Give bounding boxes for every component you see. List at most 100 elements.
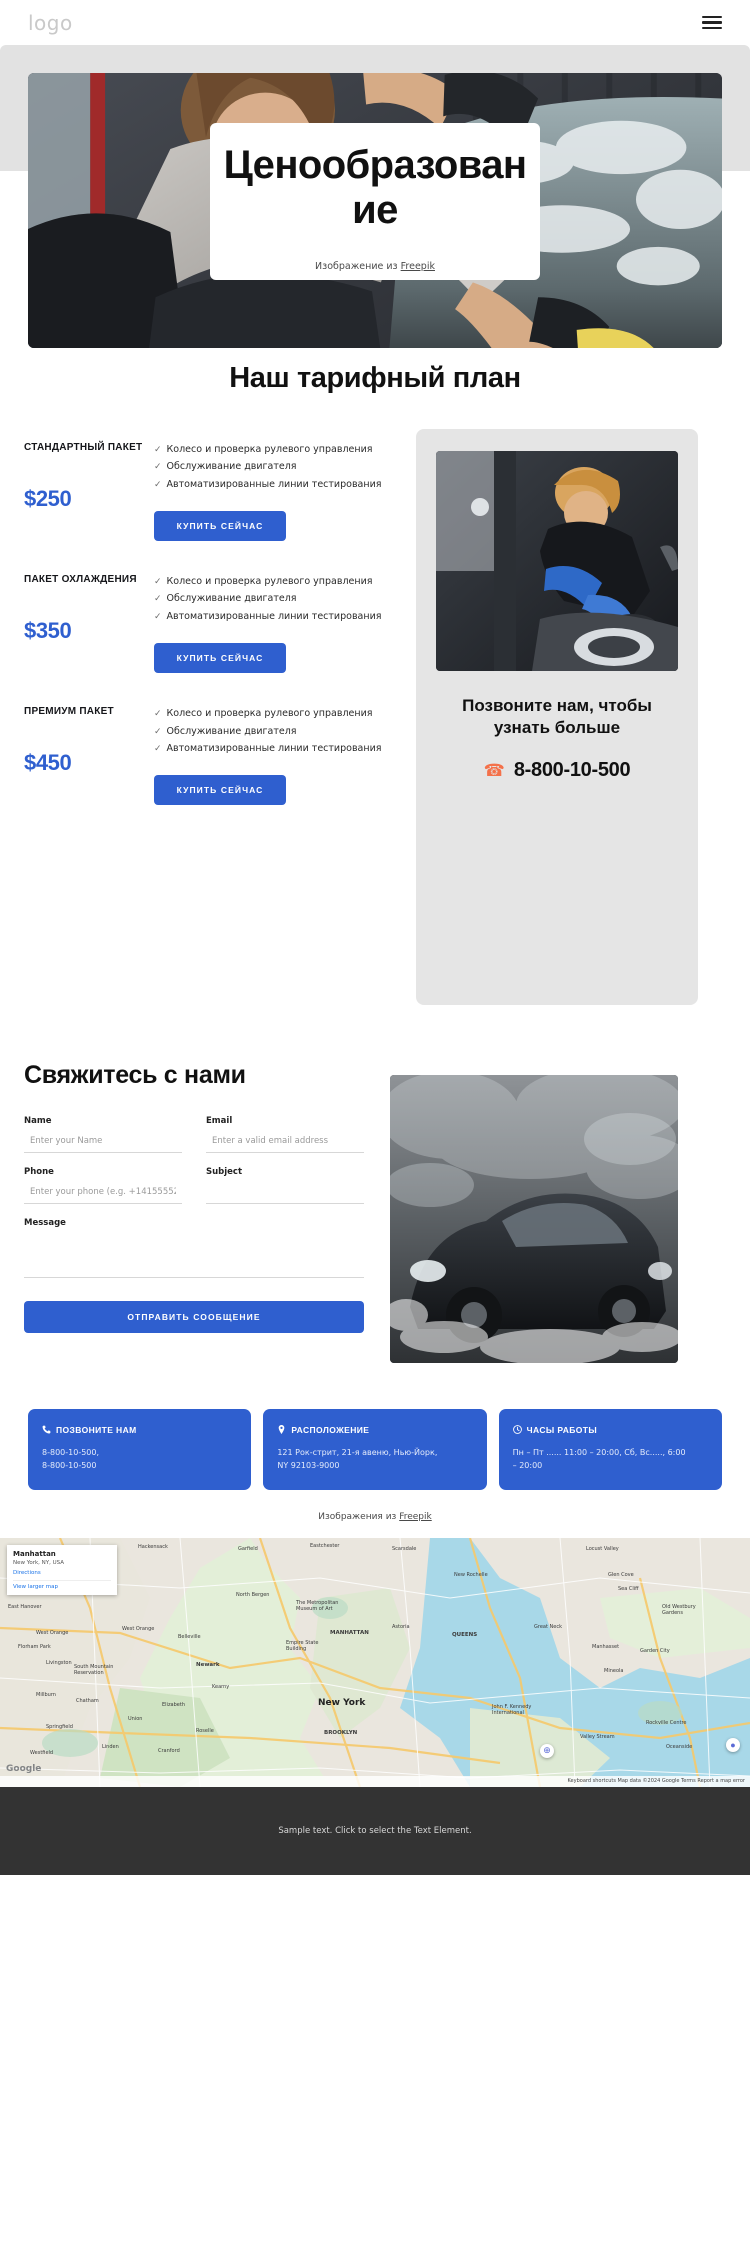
submit-message-button[interactable]: ОТПРАВИТЬ СООБЩЕНИЕ: [24, 1300, 364, 1333]
email-input[interactable]: [206, 1131, 364, 1153]
feature-label: Обслуживание двигателя: [166, 593, 297, 605]
feature-label: Обслуживание двигателя: [166, 461, 297, 473]
pricing-section: Наш тарифный план СТАНДАРТНЫЙ ПАКЕТ $250…: [0, 328, 750, 1005]
map-recenter-button[interactable]: ⊕: [540, 1743, 554, 1758]
contact-section: Свяжитесь с нами Name Email Phone Subjec…: [0, 1005, 750, 1363]
feature-label: Автоматизированные линии тестирования: [166, 743, 382, 755]
message-field-group: Message: [24, 1218, 364, 1283]
feature-item: ✓ Колесо и проверка рулевого управления: [154, 575, 416, 590]
logo[interactable]: logo: [28, 11, 73, 35]
clock-icon: [512, 1425, 522, 1434]
subject-field-label: Subject: [206, 1166, 243, 1177]
info-card-header: ЧАСЫ РАБОТЫ: [512, 1424, 708, 1435]
name-field-label: Name: [24, 1115, 52, 1126]
plan-row: ПРЕМИУМ ПАКЕТ $450 ✓ Колесо и проверка р…: [24, 693, 416, 825]
plan-summary: ПРЕМИУМ ПАКЕТ $450: [24, 705, 154, 776]
map-info-card[interactable]: Manhattan New York, NY, USA Directions V…: [7, 1544, 117, 1596]
feature-label: Колесо и проверка рулевого управления: [166, 707, 373, 719]
call-panel-phone-row[interactable]: ☎ 8-800-10-500: [436, 759, 678, 782]
map-street-view-button[interactable]: ●: [726, 1737, 740, 1752]
info-card-header: РАСПОЛОЖЕНИЕ: [277, 1425, 472, 1435]
name-field-group: Name: [24, 1116, 182, 1153]
hamburger-bar: [702, 21, 722, 24]
check-icon: ✓: [154, 708, 162, 719]
info-card-call-us[interactable]: ПОЗВОНИТЕ НАМ 8-800-10-500, 8-800-10-500: [28, 1408, 252, 1490]
check-icon: ✓: [154, 462, 162, 473]
call-panel-image-interior-detailing: [436, 450, 678, 671]
hero-image-credit: Изображение из Freepik: [220, 261, 530, 272]
contact-section-title: Свяжитесь с нами: [24, 1060, 246, 1089]
check-icon: ✓: [154, 480, 162, 491]
contact-image-car-wash-foam: [390, 1074, 678, 1363]
phone-input[interactable]: [24, 1182, 182, 1204]
check-icon: ✓: [154, 726, 162, 737]
check-icon: ✓: [154, 576, 162, 587]
freepik-link[interactable]: Freepik: [399, 1512, 432, 1522]
subject-input[interactable]: [206, 1182, 364, 1204]
call-panel-phone-number: 8-800-10-500: [513, 758, 631, 781]
buy-now-button[interactable]: КУПИТЬ СЕЙЧАС: [154, 510, 286, 541]
footer-sample-text[interactable]: Sample text. Click to select the Text El…: [278, 1826, 471, 1836]
check-icon: ✓: [154, 594, 162, 605]
plans-column: СТАНДАРТНЫЙ ПАКЕТ $250 ✓ Колесо и провер…: [24, 429, 416, 825]
plan-price: $450: [24, 749, 72, 775]
info-card-body: 121 Рок-стрит, 21-я авеню, Нью-Йорк, NY …: [277, 1447, 438, 1470]
map-attribution-text[interactable]: Keyboard shortcuts Map data ©2024 Google…: [568, 1778, 745, 1784]
info-cards-row: ПОЗВОНИТЕ НАМ 8-800-10-500, 8-800-10-500…: [0, 1363, 750, 1490]
feature-label: Автоматизированные линии тестирования: [166, 479, 382, 491]
plan-features: ✓ Колесо и проверка рулевого управления …: [154, 705, 416, 806]
feature-item: ✓ Колесо и проверка рулевого управления: [154, 707, 416, 722]
feature-label: Обслуживание двигателя: [166, 725, 297, 737]
info-card-title: РАСПОЛОЖЕНИЕ: [291, 1424, 370, 1435]
map-embed[interactable]: Manhattan New York, NY, USA Directions V…: [0, 1537, 750, 1787]
images-credit: Изображения из Freepik: [0, 1490, 750, 1538]
info-card-title: ПОЗВОНИТЕ НАМ: [56, 1424, 137, 1435]
field-row-phone-subject: Phone Subject: [24, 1167, 364, 1204]
call-us-panel: Позвоните нам, чтобы узнать больше ☎ 8-8…: [416, 428, 698, 1005]
page-title: Ценообразование: [223, 143, 527, 232]
map-place-name: Manhattan: [13, 1549, 56, 1558]
check-icon: ✓: [154, 444, 162, 455]
plan-price: $350: [24, 617, 72, 643]
feature-item: ✓ Колесо и проверка рулевого управления: [154, 443, 416, 458]
map-pin-icon: [279, 1425, 285, 1435]
info-card-body: 8-800-10-500, 8-800-10-500: [42, 1447, 100, 1470]
info-card-title: ЧАСЫ РАБОТЫ: [526, 1424, 598, 1435]
plan-name: ПАКЕТ ОХЛАЖДЕНИЯ: [24, 573, 137, 585]
map-view-larger-link[interactable]: View larger map: [13, 1580, 111, 1590]
email-field-group: Email: [206, 1116, 364, 1153]
map-attribution-bar: Keyboard shortcuts Map data ©2024 Google…: [0, 1775, 750, 1787]
map-directions-link[interactable]: Directions: [13, 1570, 111, 1576]
feature-item: ✓ Обслуживание двигателя: [154, 725, 416, 740]
hamburger-icon[interactable]: [702, 15, 722, 30]
feature-item: ✓ Обслуживание двигателя: [154, 592, 416, 607]
feature-label: Колесо и проверка рулевого управления: [166, 575, 373, 587]
feature-label: Колесо и проверка рулевого управления: [166, 443, 373, 455]
feature-item: ✓ Обслуживание двигателя: [154, 460, 416, 475]
phone-field-group: Phone: [24, 1167, 182, 1204]
phone-field-label: Phone: [24, 1166, 54, 1177]
images-credit-prefix: Изображения из: [318, 1511, 400, 1522]
buy-now-button[interactable]: КУПИТЬ СЕЙЧАС: [154, 775, 286, 806]
message-textarea[interactable]: [24, 1231, 364, 1278]
site-footer: Sample text. Click to select the Text El…: [0, 1786, 750, 1875]
info-card-working-hours[interactable]: ЧАСЫ РАБОТЫ Пн – Пт ...... 11:00 – 20:00…: [498, 1408, 722, 1490]
field-row-name-email: Name Email: [24, 1116, 364, 1153]
plan-summary: СТАНДАРТНЫЙ ПАКЕТ $250: [24, 441, 154, 512]
feature-item: ✓ Автоматизированные линии тестирования: [154, 478, 416, 493]
hamburger-bar: [702, 26, 722, 30]
hero-section: Ценообразование Изображение из Freepik: [0, 45, 750, 348]
plan-row: СТАНДАРТНЫЙ ПАКЕТ $250 ✓ Колесо и провер…: [24, 429, 416, 561]
plan-summary: ПАКЕТ ОХЛАЖДЕНИЯ $350: [24, 573, 154, 644]
google-logo: Google: [6, 1763, 42, 1774]
plan-name: СТАНДАРТНЫЙ ПАКЕТ: [24, 441, 143, 453]
freepik-link[interactable]: Freepik: [401, 261, 435, 272]
plan-features: ✓ Колесо и проверка рулевого управления …: [154, 573, 416, 673]
feature-item: ✓ Автоматизированные линии тестирования: [154, 742, 416, 757]
plan-row: ПАКЕТ ОХЛАЖДЕНИЯ $350 ✓ Колесо и проверк…: [24, 561, 416, 693]
site-header: logo: [0, 0, 750, 45]
buy-now-button[interactable]: КУПИТЬ СЕЙЧАС: [154, 642, 286, 673]
info-card-location[interactable]: РАСПОЛОЖЕНИЕ 121 Рок-стрит, 21-я авеню, …: [263, 1408, 487, 1490]
info-card-body: Пн – Пт ...... 11:00 – 20:00, Сб, Вс....…: [512, 1447, 686, 1470]
name-input[interactable]: [24, 1131, 182, 1153]
